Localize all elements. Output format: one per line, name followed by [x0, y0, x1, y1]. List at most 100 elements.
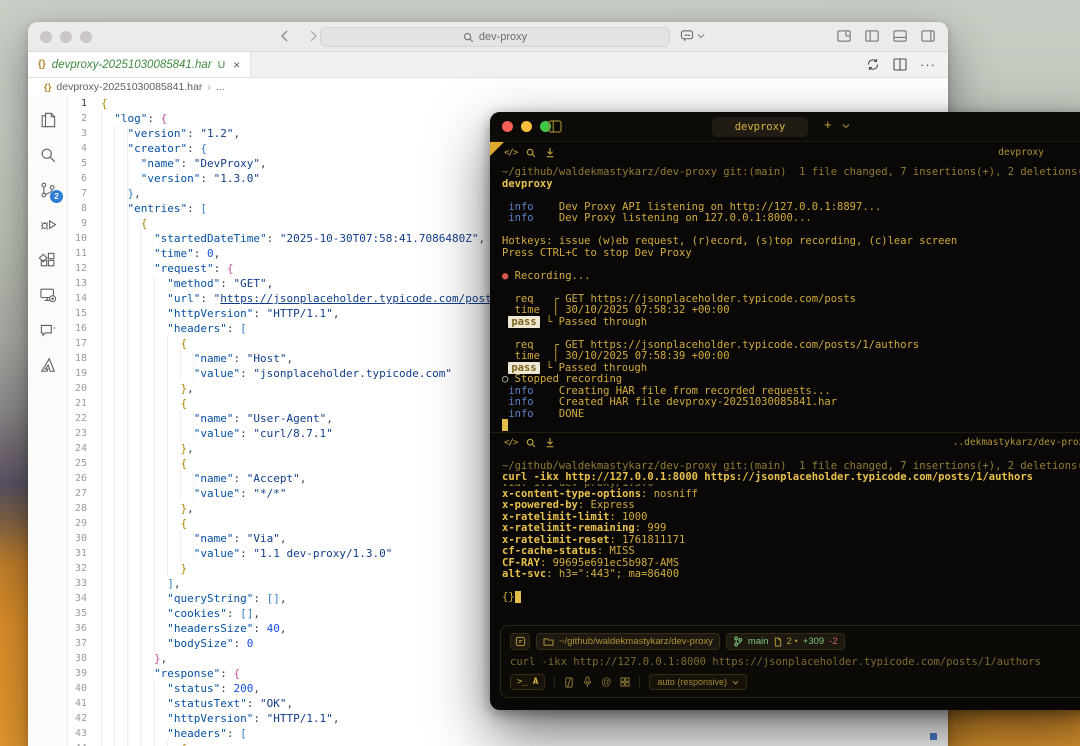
bookmark-icon[interactable]: [510, 633, 530, 650]
back-icon[interactable]: [278, 29, 292, 43]
mode-selector[interactable]: auto (responsive): [649, 674, 747, 690]
sidebar-toggle-icon[interactable]: [548, 120, 562, 133]
divider: [639, 676, 640, 688]
run-debug-icon[interactable]: [28, 207, 68, 242]
line-number: 12: [68, 261, 101, 276]
git-additions: +309: [803, 636, 824, 647]
mic-icon[interactable]: [583, 676, 592, 688]
toggle-panel-icon[interactable]: [893, 29, 908, 43]
divider: [554, 676, 555, 688]
line-number: 16: [68, 321, 101, 336]
copilot-icon: [680, 29, 694, 42]
line-number: 43: [68, 726, 101, 741]
line-number: 31: [68, 546, 101, 561]
line-number: 1: [68, 96, 101, 111]
line-number: 42: [68, 711, 101, 726]
forward-icon[interactable]: [306, 29, 320, 43]
terminal-row: devproxy: [502, 179, 1080, 191]
line-number: 29: [68, 516, 101, 531]
minimize-window-button[interactable]: [60, 31, 72, 43]
search-icon[interactable]: [526, 148, 536, 158]
line-number: 14: [68, 291, 101, 306]
code-line: 1{: [68, 96, 948, 111]
terminal-row: alt-svc: h3=":443"; ma=86400: [502, 569, 1080, 581]
cwd-chip[interactable]: ~/github/waldekmastykarz/dev-proxy: [536, 633, 720, 650]
line-number: 32: [68, 561, 101, 576]
line-number: 34: [68, 591, 101, 606]
toggle-sidebar-icon[interactable]: [865, 29, 880, 43]
line-number: 36: [68, 621, 101, 636]
search-icon[interactable]: [526, 438, 536, 448]
terminal-titlebar: devproxy +: [490, 112, 1080, 142]
shell-ai-toggle[interactable]: >_ A: [510, 674, 545, 690]
new-tab-icon[interactable]: +: [824, 117, 832, 132]
line-number: 2: [68, 111, 101, 126]
terminal-output: ~/github/waldekmastykarz/dev-proxy git:(…: [490, 163, 1080, 432]
pane1-header: </> devproxy: [490, 142, 1080, 163]
code-line: 43 "headers": [: [68, 726, 948, 741]
command-center-search[interactable]: dev-proxy: [320, 27, 670, 47]
terminal-body: </> devproxy ~/github/waldekmastykarz/de…: [490, 142, 1080, 710]
history-nav: [278, 29, 320, 43]
line-number: 26: [68, 471, 101, 486]
mode-label: auto (responsive): [657, 677, 727, 687]
block-bookmark-icon: [490, 142, 504, 156]
blocks-icon[interactable]: [620, 677, 630, 687]
search-icon: [463, 32, 474, 43]
line-number: 13: [68, 276, 101, 291]
pane2-header: </> ..dekmastykarz/dev-proxy: [490, 432, 1080, 453]
export-icon[interactable]: [545, 147, 555, 158]
tab-close-icon[interactable]: ×: [233, 58, 240, 72]
command-input-block[interactable]: ~/github/waldekmastykarz/dev-proxy main …: [500, 625, 1080, 698]
line-number: 10: [68, 231, 101, 246]
line-number: 30: [68, 531, 101, 546]
terminal-row: Press CTRL+C to stop Dev Proxy: [502, 248, 1080, 260]
notebook-icon[interactable]: [564, 677, 574, 688]
search-icon[interactable]: [28, 137, 68, 172]
line-number: 4: [68, 141, 101, 156]
tab-devproxy-har[interactable]: {} devproxy-20251030085841.har U ×: [28, 52, 251, 77]
terminal-row: info DONE: [502, 409, 1080, 421]
minimize-window-button[interactable]: [521, 121, 532, 132]
terminal-row: curl -ikx http://127.0.0.1:8000 https://…: [502, 472, 1080, 484]
chevron-down-icon[interactable]: [842, 123, 850, 129]
line-number: 18: [68, 351, 101, 366]
breadcrumb-file[interactable]: devproxy-20251030085841.har: [56, 81, 202, 93]
editor-tabbar: {} devproxy-20251030085841.har U × ···: [28, 52, 948, 78]
toggle-secondary-sidebar-icon[interactable]: [921, 29, 936, 43]
azure-icon[interactable]: [28, 347, 68, 382]
line-number: 11: [68, 246, 101, 261]
source-control-icon[interactable]: 2: [28, 172, 68, 207]
input-toolbar: >_ A @ auto (resp: [510, 674, 1080, 690]
mention-icon[interactable]: @: [601, 677, 611, 688]
scm-badge: 2: [50, 190, 63, 203]
line-number: 20: [68, 381, 101, 396]
maximize-window-button[interactable]: [80, 31, 92, 43]
split-editor-icon[interactable]: [893, 58, 907, 71]
code-block-icon[interactable]: </>: [504, 438, 517, 448]
copilot-menu[interactable]: [680, 29, 705, 42]
git-status-chip[interactable]: main 2 • +309 -2: [726, 633, 845, 650]
export-icon[interactable]: [545, 437, 555, 448]
line-number: 44: [68, 741, 101, 746]
code-block-icon[interactable]: </>: [504, 148, 517, 158]
explorer-icon[interactable]: [28, 102, 68, 137]
close-window-button[interactable]: [40, 31, 52, 43]
command-input[interactable]: curl -ikx http://127.0.0.1:8000 https://…: [510, 656, 1080, 668]
customize-layout-icon[interactable]: [837, 29, 852, 43]
breadcrumb[interactable]: {} devproxy-20251030085841.har › ...: [28, 78, 948, 96]
extensions-icon[interactable]: [28, 242, 68, 277]
close-window-button[interactable]: [502, 121, 513, 132]
chat-icon[interactable]: [28, 312, 68, 347]
line-number: 35: [68, 606, 101, 621]
open-changes-icon[interactable]: [866, 58, 880, 71]
breadcrumb-more[interactable]: ...: [216, 81, 225, 93]
line-number: 39: [68, 666, 101, 681]
search-text: dev-proxy: [479, 31, 527, 43]
breadcrumb-separator: ›: [207, 81, 211, 93]
terminal-tab[interactable]: devproxy: [712, 117, 808, 137]
remote-explorer-icon[interactable]: [28, 277, 68, 312]
terminal-tab-label: devproxy: [735, 121, 786, 133]
more-actions-icon[interactable]: ···: [920, 57, 936, 72]
line-number: 27: [68, 486, 101, 501]
